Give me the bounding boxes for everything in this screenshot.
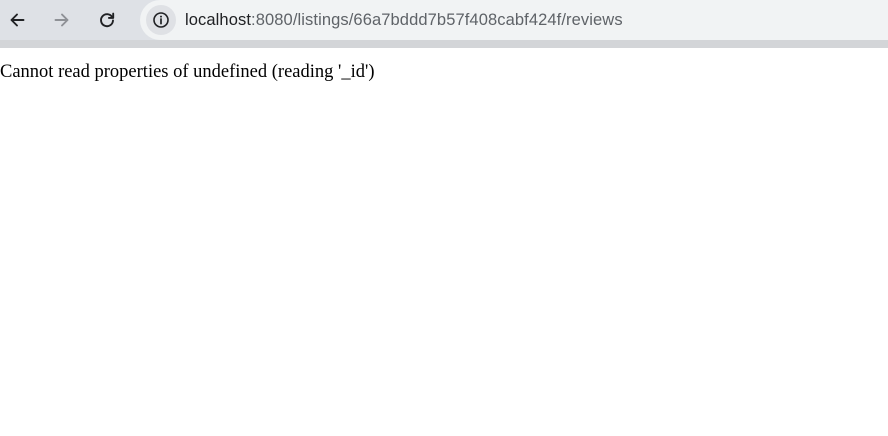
arrow-left-icon <box>10 13 25 27</box>
info-icon <box>153 12 169 28</box>
address-bar[interactable]: localhost:8080/listings/66a7bddd7b57f408… <box>140 0 888 40</box>
reload-icon <box>100 12 115 28</box>
browser-toolbar: localhost:8080/listings/66a7bddd7b57f408… <box>0 0 888 40</box>
url-text[interactable]: localhost:8080/listings/66a7bddd7b57f408… <box>185 10 623 30</box>
back-button[interactable] <box>1 4 33 36</box>
url-path: :8080/listings/66a7bddd7b57f408cabf424f/… <box>251 11 623 29</box>
url-host: localhost <box>185 11 252 29</box>
arrow-right-icon <box>54 13 69 27</box>
error-message: Cannot read properties of undefined (rea… <box>0 62 375 82</box>
site-info-button[interactable] <box>146 5 176 35</box>
page-content: Cannot read properties of undefined (rea… <box>0 48 888 436</box>
forward-button[interactable] <box>46 4 78 36</box>
toolbar-separator <box>0 40 888 48</box>
reload-button[interactable] <box>91 4 123 36</box>
